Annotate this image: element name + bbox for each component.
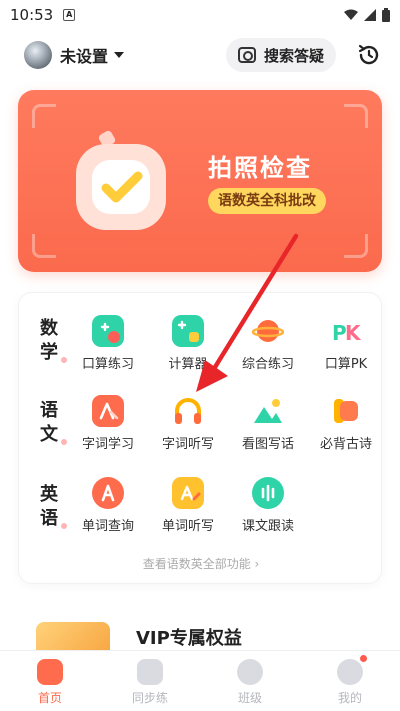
- calculator-icon: [172, 315, 204, 347]
- feature-label: 计算器: [168, 357, 208, 372]
- decorative-dot: [61, 523, 67, 529]
- avatar[interactable]: [24, 41, 52, 69]
- feature-label: 单词查询: [81, 519, 134, 534]
- poem-icon: [330, 395, 362, 427]
- tab-home-label: 首页: [37, 691, 62, 705]
- feature-word-dictation[interactable]: 单词听写: [153, 477, 223, 534]
- feature-word-lookup[interactable]: 单词查询: [73, 477, 143, 534]
- tab-class[interactable]: 班级: [200, 651, 300, 711]
- feature-read-along[interactable]: 课文跟读: [233, 477, 303, 534]
- wifi-icon: [344, 9, 358, 20]
- search-qa-button[interactable]: 搜索答疑: [225, 38, 336, 72]
- frame-corner: [32, 234, 56, 258]
- tab-profile-label: 我的: [337, 691, 362, 705]
- svg-text:K: K: [345, 321, 362, 345]
- profile-icon: [337, 655, 367, 685]
- vip-title: VIP专属权益: [136, 628, 242, 649]
- feature-character-dictation[interactable]: 字词听写: [153, 395, 223, 452]
- bottom-tab-bar: 首页 同步练 班级 我的: [0, 650, 400, 711]
- feature-label: 字词学习: [81, 437, 134, 452]
- notification-a-icon: A: [63, 9, 76, 21]
- feature-calc-practice[interactable]: 口算练习: [73, 315, 143, 372]
- battery-icon: [382, 8, 390, 22]
- feature-picture-writing[interactable]: 看图写话: [233, 395, 303, 452]
- photo-check-subtitle: 语数英全科批改: [208, 188, 326, 214]
- signal-icon: [364, 9, 376, 21]
- camera-icon: [237, 47, 256, 63]
- word-lookup-icon: [92, 477, 124, 509]
- tab-sync-practice[interactable]: 同步练: [100, 651, 200, 711]
- feature-label: 字词听写: [161, 437, 214, 452]
- planet-icon: [251, 315, 285, 347]
- check-stopwatch-icon: [76, 130, 166, 230]
- username[interactable]: 未设置: [60, 43, 108, 67]
- feature-calc-pk[interactable]: PK 口算PK: [311, 315, 381, 372]
- decorative-dot: [61, 357, 67, 363]
- tab-home[interactable]: 首页: [0, 651, 100, 711]
- feature-label: 单词听写: [161, 519, 214, 534]
- status-time: 10:53: [10, 6, 54, 24]
- subject-math-text: 数学: [40, 318, 58, 363]
- subject-math-label: 数学: [37, 317, 67, 365]
- feature-label: 必背古诗: [319, 437, 372, 452]
- pk-icon: PK: [330, 315, 362, 347]
- sync-practice-icon: [137, 659, 163, 685]
- decorative-dot: [61, 439, 67, 445]
- subject-chinese-text: 语文: [40, 400, 58, 445]
- picture-icon: [252, 395, 284, 427]
- tab-profile[interactable]: 我的: [300, 651, 400, 711]
- history-icon[interactable]: [356, 42, 382, 68]
- frame-corner: [344, 234, 368, 258]
- read-along-icon: [252, 477, 284, 509]
- character-icon: [92, 395, 124, 427]
- tab-class-label: 班级: [237, 691, 262, 705]
- notification-badge: [360, 655, 367, 662]
- feature-ancient-poems[interactable]: 必背古诗: [311, 395, 381, 452]
- frame-corner: [32, 104, 56, 128]
- feature-character-study[interactable]: 字词学习: [73, 395, 143, 452]
- word-dictation-icon: [172, 477, 204, 509]
- feature-label: 口算练习: [81, 357, 134, 372]
- subject-english-label: 英语: [37, 483, 67, 531]
- feature-calculator[interactable]: 计算器: [153, 315, 223, 372]
- headphone-icon: [172, 395, 204, 427]
- calc-practice-icon: [92, 315, 124, 347]
- subject-chinese-label: 语文: [37, 399, 67, 447]
- feature-label: 综合练习: [241, 357, 294, 372]
- frame-corner: [344, 104, 368, 128]
- status-icons: [344, 8, 390, 22]
- chevron-down-icon[interactable]: [114, 52, 125, 58]
- photo-check-title: 拍照检查: [208, 154, 312, 182]
- app-header: 未设置 搜索答疑: [0, 30, 400, 80]
- status-bar: 10:53 A: [0, 0, 400, 30]
- class-icon: [237, 659, 263, 685]
- feature-comprehensive[interactable]: 综合练习: [233, 315, 303, 372]
- home-icon: [37, 659, 63, 685]
- feature-label: 口算PK: [324, 357, 368, 372]
- tab-sync-practice-label: 同步练: [131, 691, 168, 705]
- photo-check-card[interactable]: 拍照检查 语数英全科批改: [18, 90, 382, 272]
- feature-panel: 数学 口算练习 计算器 综合练习 PK 口算PK 语文 字词学习 字词听写 看图…: [18, 292, 382, 584]
- feature-label: 课文跟读: [241, 519, 294, 534]
- subject-english-text: 英语: [40, 484, 58, 529]
- view-all-features-link[interactable]: 查看语数英全部功能 ›: [19, 555, 383, 572]
- search-qa-label: 搜索答疑: [263, 46, 324, 65]
- feature-label: 看图写话: [241, 437, 294, 452]
